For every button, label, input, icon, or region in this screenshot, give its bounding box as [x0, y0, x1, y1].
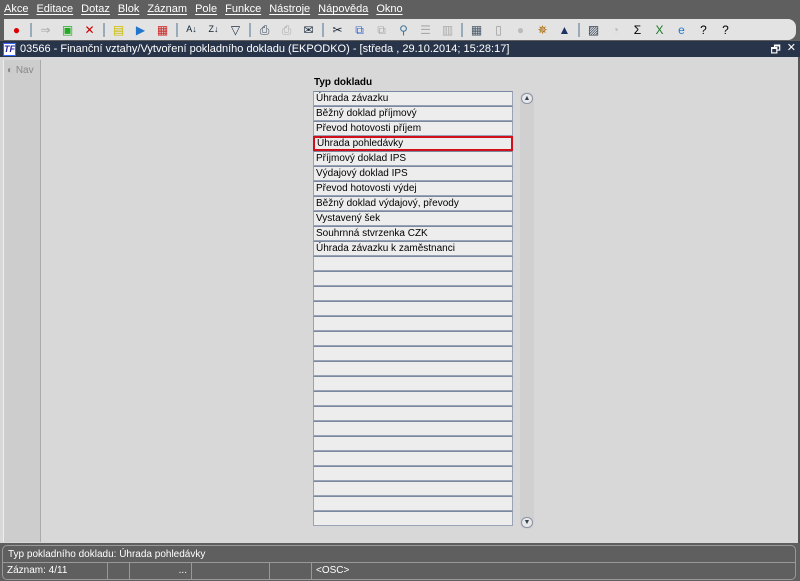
- exit-icon[interactable]: ●: [8, 21, 25, 38]
- list-item[interactable]: [313, 466, 513, 481]
- columns-icon[interactable]: ▥: [439, 21, 456, 38]
- save-disabled-icon[interactable]: ⇒: [37, 21, 54, 38]
- list-item[interactable]: Úhrada pohledávky: [313, 136, 513, 151]
- status-cell: [108, 563, 130, 580]
- document-type-list: Úhrada závazku Běžný doklad příjmový Převo…: [313, 91, 513, 526]
- app-logo-icon: TF: [3, 42, 16, 56]
- list-item[interactable]: Souhrnná stvrzenka CZK: [313, 226, 513, 241]
- list-item[interactable]: Běžný doklad výdajový, převody: [313, 196, 513, 211]
- list-item[interactable]: [313, 436, 513, 451]
- status-cell: [192, 563, 270, 580]
- window-titlebar: TF 03566 - Finanční vztahy/Vytvoření pok…: [0, 41, 800, 57]
- sort-desc-icon[interactable]: Z↓: [205, 21, 222, 38]
- toolbar-separator: [30, 22, 32, 37]
- status-mode: <OSC>: [316, 565, 350, 576]
- mail-icon[interactable]: ✉: [300, 21, 317, 38]
- menu-blok[interactable]: Blok: [118, 3, 139, 15]
- sum-icon[interactable]: Σ: [629, 21, 646, 38]
- list-item[interactable]: [313, 331, 513, 346]
- help-icon[interactable]: ?: [717, 21, 734, 38]
- menu-akce[interactable]: Akce: [4, 3, 28, 15]
- list-item[interactable]: Úhrada závazku k zaměstnanci: [313, 241, 513, 256]
- nav-label: Nav: [15, 65, 34, 76]
- menu-nápověda[interactable]: Nápověda: [318, 3, 368, 15]
- copy-icon[interactable]: ⧉: [351, 21, 368, 38]
- status-cell: [270, 563, 312, 580]
- menu-záznam[interactable]: Záznam: [147, 3, 187, 15]
- chart-icon[interactable]: ▨: [585, 21, 602, 38]
- toolbar-separator: [103, 22, 105, 37]
- field-label: Typ dokladu: [314, 77, 373, 88]
- list-item[interactable]: [313, 271, 513, 286]
- list-item[interactable]: [313, 406, 513, 421]
- list-item[interactable]: Převod hotovosti příjem: [313, 121, 513, 136]
- list-item[interactable]: [313, 451, 513, 466]
- excel-icon[interactable]: X: [651, 21, 668, 38]
- document-icon[interactable]: ▯: [490, 21, 507, 38]
- toolbar-separator: [249, 22, 251, 37]
- globe-icon[interactable]: ●: [512, 21, 529, 38]
- window-title: 03566 - Finanční vztahy/Vytvoření poklad…: [20, 43, 510, 55]
- list-item[interactable]: [313, 346, 513, 361]
- insert-record-icon[interactable]: ▤: [110, 21, 127, 38]
- next-record-icon[interactable]: ▶: [132, 21, 149, 38]
- cut-icon[interactable]: ✂: [329, 21, 346, 38]
- record-counter: Záznam: 4/11: [3, 563, 108, 580]
- filter-icon[interactable]: ▽: [227, 21, 244, 38]
- zoom-icon[interactable]: ⚲: [395, 21, 412, 38]
- nav-icon: ◐: [7, 65, 14, 76]
- clear-record-icon[interactable]: ▦: [154, 21, 171, 38]
- menu-dotaz[interactable]: Dotaz: [81, 3, 110, 15]
- paste-icon[interactable]: ⧉: [373, 21, 390, 38]
- list-item[interactable]: Běžný doklad příjmový: [313, 106, 513, 121]
- save-record-icon[interactable]: ▣: [59, 21, 76, 38]
- list-item[interactable]: [313, 391, 513, 406]
- list-item[interactable]: [313, 481, 513, 496]
- list-item[interactable]: [313, 421, 513, 436]
- list-item[interactable]: Výdajový doklad IPS: [313, 166, 513, 181]
- menu-nástroje[interactable]: Nástroje: [269, 3, 310, 15]
- delete-record-icon[interactable]: ✕: [81, 21, 98, 38]
- sort-asc-icon[interactable]: A↓: [183, 21, 200, 38]
- list-item[interactable]: [313, 301, 513, 316]
- toolbar: ● ⇒ ▣ ✕ ▤ ▶ ▦ A↓ Z↓ ▽ ⎙ ⎙ ✉ ✂ ⧉ ⧉ ⚲ ☰ ▥ ▦ ▯ ● ✵ ▲ ▨ ◔ Σ Xe??: [4, 19, 796, 40]
- list-item[interactable]: Úhrada závazku: [313, 91, 513, 106]
- wheel-icon[interactable]: ✵: [534, 21, 551, 38]
- scroll-up-button[interactable]: ▲: [521, 93, 533, 104]
- form-canvas: ◐ Nav Typ dokladu Úhrada závazku Běžný do…: [0, 57, 800, 543]
- eye-icon[interactable]: ▲: [556, 21, 573, 38]
- import-icon[interactable]: ▦: [468, 21, 485, 38]
- scroll-down-button[interactable]: ▼: [521, 517, 533, 528]
- clock-icon[interactable]: ◔: [607, 21, 624, 38]
- help-lock-icon[interactable]: ?: [695, 21, 712, 38]
- ie-icon[interactable]: e: [673, 21, 690, 38]
- list-item[interactable]: Vystavený šek: [313, 211, 513, 226]
- print-icon[interactable]: ⎙: [256, 21, 273, 38]
- list-item[interactable]: Příjmový doklad IPS: [313, 151, 513, 166]
- toolbar-separator: [578, 22, 580, 37]
- menu-bar: Akce Editace Dotaz Blok Záznam Pole Funkce Nást…: [0, 0, 800, 18]
- menu-okno[interactable]: Okno: [376, 3, 402, 15]
- list-item[interactable]: [313, 316, 513, 331]
- toolbar-separator: [461, 22, 463, 37]
- menu-funkce[interactable]: Funkce: [225, 3, 261, 15]
- status-ellipsis: ...: [130, 563, 192, 580]
- toolbar-separator: [322, 22, 324, 37]
- list-item[interactable]: [313, 511, 513, 526]
- nav-panel[interactable]: ◐ Nav: [3, 60, 41, 542]
- status-message: Typ pokladního dokladu: Úhrada pohledávk…: [3, 546, 795, 563]
- list-item[interactable]: [313, 376, 513, 391]
- list-item[interactable]: [313, 361, 513, 376]
- status-bar: Typ pokladního dokladu: Úhrada pohledávk…: [2, 545, 796, 580]
- menu-pole[interactable]: Pole: [195, 3, 217, 15]
- indent-icon[interactable]: ☰: [417, 21, 434, 38]
- scrollbar[interactable]: ▲ ▼: [520, 92, 534, 529]
- toolbar-separator: [176, 22, 178, 37]
- menu-editace[interactable]: Editace: [36, 3, 73, 15]
- list-item[interactable]: [313, 286, 513, 301]
- list-item[interactable]: [313, 496, 513, 511]
- print-setup-icon[interactable]: ⎙: [278, 21, 295, 38]
- list-item[interactable]: [313, 256, 513, 271]
- list-item[interactable]: Převod hotovosti výdej: [313, 181, 513, 196]
